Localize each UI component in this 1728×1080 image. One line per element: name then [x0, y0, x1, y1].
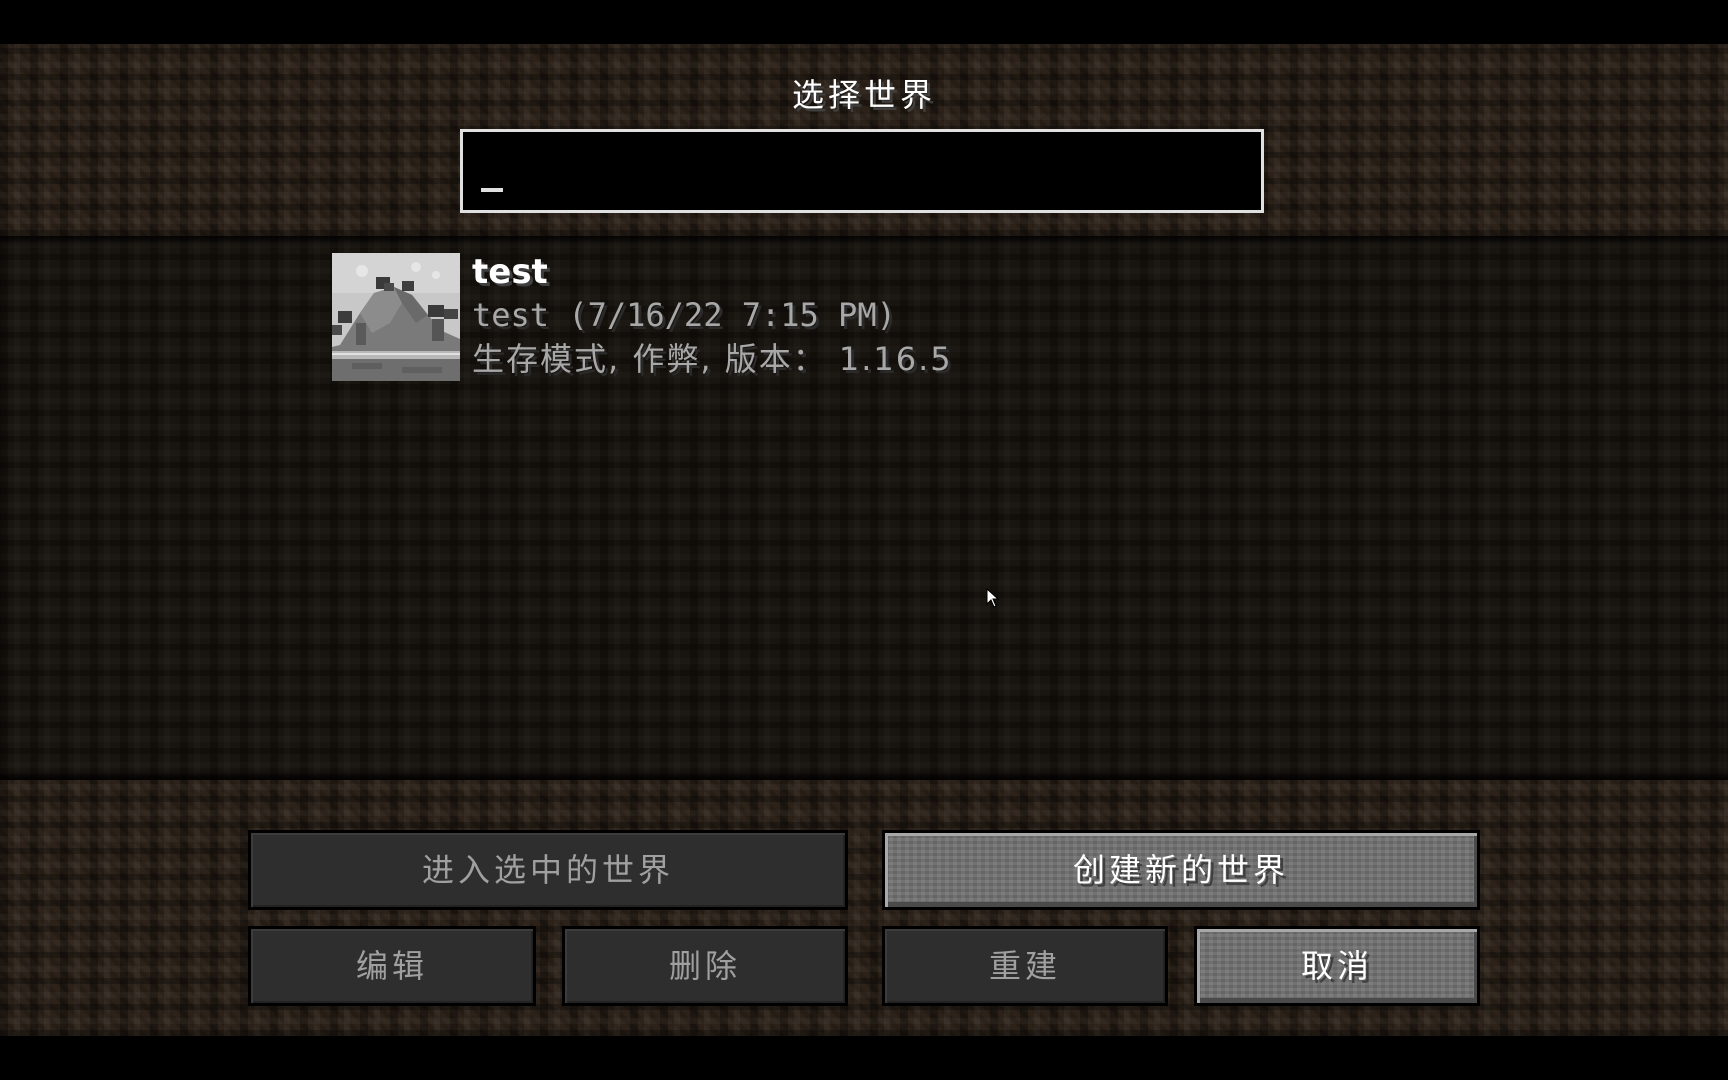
mouse-cursor-icon — [986, 587, 1000, 608]
world-details: 生存模式, 作弊, 版本： 1.16.5 — [472, 340, 953, 378]
world-info: test (7/16/22 7:15 PM) — [472, 296, 896, 334]
world-name: test — [472, 252, 548, 292]
delete-button[interactable]: 删除 — [562, 926, 848, 1006]
text-cursor — [481, 188, 503, 192]
recreate-button[interactable]: 重建 — [882, 926, 1168, 1006]
search-box[interactable] — [460, 129, 1264, 213]
edit-button[interactable]: 编辑 — [248, 926, 536, 1006]
search-input[interactable] — [475, 146, 1239, 200]
page-title: 选择世界 — [791, 76, 936, 114]
world-select-screen: 选择世界 test test (7/16/22 7:15 PM) 生存模式, 作… — [0, 0, 1728, 1080]
world-thumbnail-icon — [332, 253, 460, 381]
create-new-world-button[interactable]: 创建新的世界 — [882, 830, 1480, 910]
list-item[interactable]: test test (7/16/22 7:15 PM) 生存模式, 作弊, 版本… — [330, 252, 1030, 382]
cancel-button[interactable]: 取消 — [1194, 926, 1480, 1006]
play-selected-world-button[interactable]: 进入选中的世界 — [248, 830, 848, 910]
